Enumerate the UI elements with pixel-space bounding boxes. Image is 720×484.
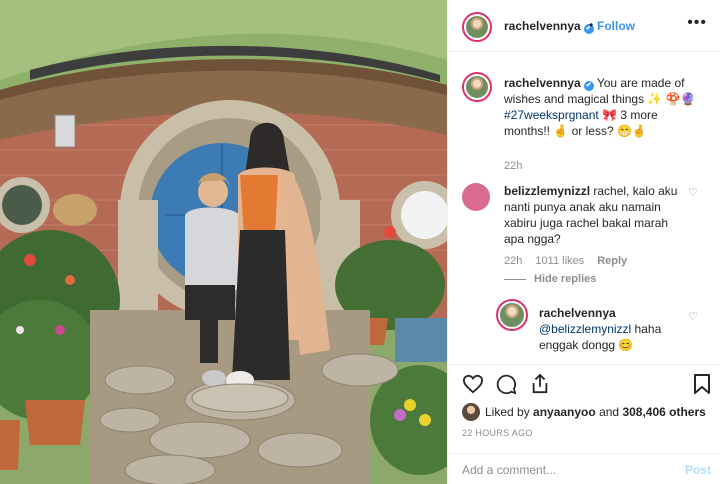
reply-like-heart-icon[interactable]: ♡ (688, 311, 700, 323)
comment-time[interactable]: 22h (504, 255, 522, 267)
hide-replies-line (504, 278, 526, 280)
reply-text: rachelvennya @belizzlemynizzl haha engga… (539, 306, 662, 352)
post-actions: Liked by anyaanyoo and 308,406 others 22… (448, 364, 720, 484)
reply-button[interactable]: Reply (597, 255, 627, 267)
reply-avatar[interactable] (496, 299, 528, 331)
liker-avatar[interactable] (462, 403, 480, 421)
post-sidebar: rachelvennya ✔ • Follow ••• rachelvennya ✔… (447, 0, 720, 484)
separator-dot: • (589, 18, 594, 32)
likes-count[interactable]: 308,406 others (622, 405, 705, 419)
hide-replies-button[interactable]: Hide replies (504, 273, 596, 285)
commenter-avatar[interactable] (462, 183, 490, 211)
follow-button[interactable]: Follow (597, 19, 635, 33)
post-header: rachelvennya ✔ • Follow ••• (448, 0, 720, 52)
hobbit-hole-photo (0, 0, 447, 484)
post-comment-button[interactable]: Post (685, 463, 711, 477)
caption-text: rachelvennya ✔ You are made of wishes and… (504, 76, 696, 138)
liked-by-text: Liked by anyaanyoo and 308,406 others (462, 403, 706, 421)
more-options-icon[interactable]: ••• (687, 14, 707, 32)
comment-like-heart-icon[interactable]: ♡ (688, 187, 700, 199)
post-photo[interactable] (0, 0, 447, 484)
comment-meta: 22h 1011 likes Reply (504, 255, 637, 267)
share-icon[interactable] (530, 373, 550, 395)
save-bookmark-icon[interactable] (694, 374, 710, 394)
verified-badge-icon: ✔ (583, 81, 594, 91)
liker-username[interactable]: anyaanyoo (533, 405, 596, 419)
caption-avatar[interactable] (462, 72, 492, 102)
hashtag-link[interactable]: #27weeksprgnant (504, 108, 599, 122)
caption-time[interactable]: 22h (504, 160, 522, 172)
author-username[interactable]: rachelvennya ✔ (504, 19, 594, 34)
post-time-ago[interactable]: 22 HOURS AGO (462, 428, 533, 438)
comment-likes[interactable]: 1011 likes (535, 255, 584, 267)
comment-text: belizzlemynizzl rachel, kalo aku nanti p… (504, 184, 678, 246)
comment-input[interactable] (462, 462, 662, 478)
author-avatar[interactable] (462, 12, 492, 42)
comments-section: rachelvennya ✔ You are made of wishes and… (448, 52, 720, 364)
add-comment-bar: Post (448, 453, 720, 484)
mention-link[interactable]: @belizzlemynizzl (539, 322, 631, 336)
comment-icon[interactable] (496, 374, 517, 395)
like-heart-icon[interactable] (462, 374, 484, 394)
commenter-username[interactable]: belizzlemynizzl (504, 184, 590, 198)
reply-username[interactable]: rachelvennya (539, 306, 616, 320)
caption-username[interactable]: rachelvennya ✔ (504, 76, 594, 91)
